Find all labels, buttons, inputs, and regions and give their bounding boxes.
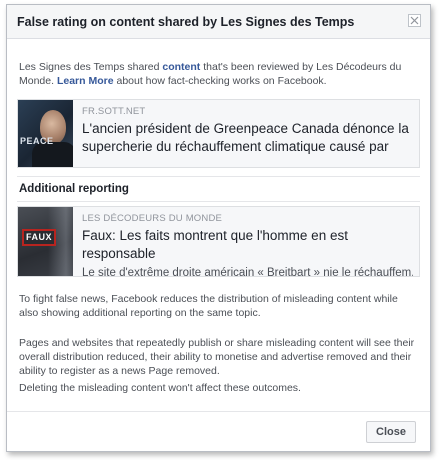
false-rating-dialog: False rating on content shared by Les Si… bbox=[6, 4, 431, 452]
close-button[interactable]: Close bbox=[366, 421, 416, 443]
divider bbox=[17, 176, 420, 177]
additional-reporting-snippet: Le site d'extrême droite américain « Bre… bbox=[82, 267, 413, 279]
learn-more-link[interactable]: Learn More bbox=[57, 75, 114, 87]
info-paragraph-2: Pages and websites that repeatedly publi… bbox=[19, 337, 415, 377]
intro-part-1: Les Signes des Temps shared bbox=[19, 61, 163, 73]
dialog-header: False rating on content shared by Les Si… bbox=[7, 5, 430, 39]
additional-reporting-title: Additional reporting bbox=[19, 183, 129, 195]
footer-divider bbox=[7, 411, 430, 412]
additional-reporting-card[interactable]: FAUX LES DÉCODEURS DU MONDE Faux: Les fa… bbox=[17, 206, 420, 279]
intro-text: Les Signes des Temps shared content that… bbox=[19, 60, 419, 88]
additional-reporting-headline[interactable]: Faux: Les faits montrent que l'homme en … bbox=[82, 227, 413, 263]
shared-post-body: FR.SOTT.NET L'ancien président de Greenp… bbox=[82, 106, 413, 156]
close-icon[interactable] bbox=[408, 14, 421, 27]
additional-reporting-thumbnail: FAUX bbox=[18, 207, 73, 276]
divider bbox=[17, 201, 420, 202]
info-paragraph-1: To fight false news, Facebook reduces th… bbox=[19, 293, 398, 319]
shared-post-thumbnail: PEACE bbox=[18, 100, 73, 167]
additional-reporting-body: LES DÉCODEURS DU MONDE Faux: Les faits m… bbox=[82, 213, 413, 281]
shared-post-card[interactable]: PEACE FR.SOTT.NET L'ancien président de … bbox=[17, 99, 420, 168]
additional-reporting-source: LES DÉCODEURS DU MONDE bbox=[82, 213, 223, 224]
faux-badge-text: FAUX bbox=[26, 232, 53, 242]
info-paragraph-3: Deleting the misleading content won't af… bbox=[19, 382, 301, 394]
thumbnail-text: PEACE bbox=[20, 136, 54, 146]
intro-part-3: about how fact-checking works on Faceboo… bbox=[113, 75, 327, 87]
shared-post-source: FR.SOTT.NET bbox=[82, 106, 146, 117]
shared-post-headline[interactable]: L'ancien président de Greenpeace Canada … bbox=[82, 120, 413, 156]
dialog-title: False rating on content shared by Les Si… bbox=[17, 15, 355, 29]
content-link[interactable]: content bbox=[162, 61, 200, 73]
